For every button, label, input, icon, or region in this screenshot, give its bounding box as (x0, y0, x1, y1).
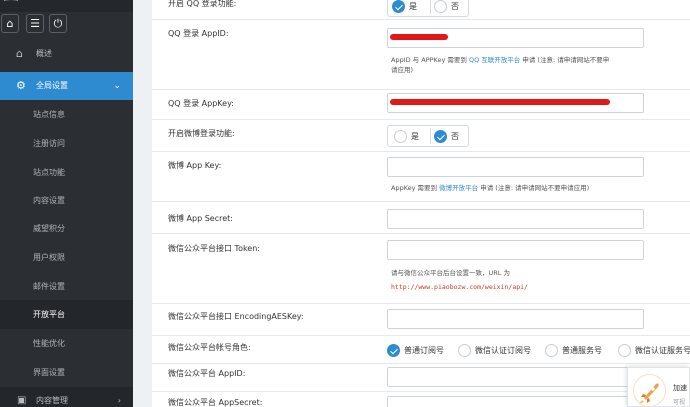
sidebar-subitem-open-platform[interactable]: 开放平台 (0, 300, 133, 329)
form-label: 微信公众平台帐号角色: (168, 343, 251, 352)
divider (430, 0, 431, 14)
help-text: AppKey 需要到 微博开放平台 申请 (注意: 请申请网站不要申请应用) (391, 184, 590, 192)
weibo-appkey-input[interactable] (387, 157, 644, 177)
divider (430, 128, 431, 144)
redaction-mark (390, 99, 610, 105)
redaction-mark (390, 34, 448, 40)
qq-appid-input[interactable] (387, 28, 644, 48)
radio-circle-icon (434, 0, 447, 13)
home-icon[interactable]: ⌂ (1, 14, 19, 33)
widget-title: 加速 (673, 384, 687, 392)
weibo-open-link[interactable]: 微博开放平台 (439, 184, 478, 192)
chevron-right-icon: › (117, 396, 121, 405)
qq-enable-radio-group: 是 否 (387, 0, 469, 17)
sidebar-subitem-points[interactable]: 威望积分 (0, 214, 133, 243)
sidebar-subitem-register[interactable]: 注册访问 (0, 129, 133, 158)
widget-subtitle: 可视 (673, 399, 686, 406)
form-label: 微信公众平台接口 Token: (168, 244, 260, 253)
radio-service[interactable]: 普通服务号 (545, 343, 602, 357)
form-row-wechat-token: 微信公众平台接口 Token: 请与微信公众平台后台设置一致，URL 为 htt… (152, 234, 690, 304)
wechat-api-url: http://www.piaobozw.com/weixin/api/ (391, 283, 528, 291)
logo (0, 0, 133, 12)
power-icon[interactable]: ⏻ (49, 14, 67, 33)
form-row-weibo-secret: 微博 App Secret: (152, 202, 690, 234)
sidebar-subitem-permissions[interactable]: 用户权限 (0, 243, 133, 272)
gear-icon: ⚙ (16, 79, 26, 92)
form-label: QQ 登录 AppKey: (168, 99, 234, 108)
form-row-wechat-appsecret: 微信公众平台 AppSecret: (152, 392, 690, 407)
form-row-qq-enable: 开启 QQ 登录功能: 是 否 (152, 0, 690, 20)
radio-label: 是 (409, 1, 417, 11)
radio-no[interactable]: 否 (434, 0, 459, 13)
radio-no[interactable]: 否 (434, 129, 459, 143)
form-row-wechat-role: 微信公众平台帐号角色: 普通订阅号 微信认证订阅号 普通服务号 微信认证服务号 (152, 336, 690, 364)
sidebar-icon-bar: ⌂ ☰ ⏻ (0, 12, 133, 36)
help-text: AppID 与 APPKey 需要到 QQ 互联开放平台 申请 (注意: 请申请… (391, 56, 610, 74)
rocket-icon (633, 374, 666, 407)
sidebar-subitem-performance[interactable]: 性能优化 (0, 329, 133, 358)
form-label: 开启 QQ 登录功能: (168, 0, 237, 8)
form-label: 开启微博登录功能: (168, 129, 235, 138)
form-label: 微信公众平台 AppSecret: (168, 398, 263, 407)
sidebar-item-overview[interactable]: ⌂ 概述 (0, 40, 133, 68)
check-icon (392, 0, 405, 13)
sidebar-item-content-management[interactable]: ▣ 内容管理 › (0, 387, 133, 407)
wechat-appid-input[interactable] (387, 367, 644, 387)
form-label: 微博 App Key: (168, 161, 222, 170)
radio-circle-icon (618, 343, 631, 357)
radio-label: 普通订阅号 (404, 345, 444, 355)
logo-mark-icon (4, 0, 18, 4)
sidebar-subitem-mail[interactable]: 邮件设置 (0, 272, 133, 301)
book-icon: ▣ (17, 395, 27, 406)
wechat-aes-input[interactable] (387, 309, 644, 329)
home-outline-icon: ⌂ (16, 47, 23, 60)
form-row-weibo-appkey: 微博 App Key: AppKey 需要到 微博开放平台 申请 (注意: 请申… (152, 152, 690, 202)
weibo-enable-radio-group: 是 否 (387, 125, 469, 147)
form-label: 微信公众平台接口 EncodingAESKey: (168, 312, 304, 321)
radio-verified-service[interactable]: 微信认证服务号 (618, 343, 690, 357)
form-row-qq-appid: QQ 登录 AppID: AppID 与 APPKey 需要到 QQ 互联开放平… (152, 20, 690, 90)
sidebar-item-global-settings[interactable]: ⚙ 全局设置 ⌄ (0, 72, 133, 100)
qq-appkey-input[interactable] (387, 93, 644, 113)
radio-circle-icon (394, 129, 407, 143)
radio-yes[interactable]: 是 (394, 129, 419, 143)
radio-verified-subscription[interactable]: 微信认证订阅号 (458, 343, 531, 357)
check-icon (387, 343, 400, 357)
sidebar-item-label: 全局设置 (36, 81, 68, 90)
check-icon (434, 129, 447, 143)
radio-circle-icon (545, 343, 558, 357)
radio-label: 普通服务号 (562, 345, 602, 355)
qq-connect-link[interactable]: QQ 互联开放平台 (469, 56, 520, 64)
accelerate-widget[interactable]: 加速 可视 (627, 367, 690, 407)
form-label: QQ 登录 AppID: (168, 29, 229, 38)
list-icon[interactable]: ☰ (26, 14, 44, 33)
form-row-wechat-appid: 微信公众平台 AppID: (152, 364, 690, 392)
sidebar-subitem-site-features[interactable]: 站点功能 (0, 158, 133, 187)
wechat-token-input[interactable] (387, 240, 644, 260)
radio-label: 是 (411, 131, 419, 141)
sidebar-subitem-content-settings[interactable]: 内容设置 (0, 186, 133, 215)
sidebar: ⌂ ☰ ⏻ ⌂ 概述 ⚙ 全局设置 ⌄ 站点信息 注册访问 站点功能 内容设置 … (0, 0, 133, 407)
settings-form: 开启 QQ 登录功能: 是 否 QQ 登录 AppID: AppID 与 APP… (152, 0, 690, 407)
wechat-appsecret-input[interactable] (387, 396, 644, 407)
radio-label: 微信认证服务号 (635, 345, 690, 355)
sidebar-item-label: 内容管理 (36, 396, 68, 405)
form-row-weibo-enable: 开启微博登录功能: 是 否 (152, 120, 690, 152)
form-row-wechat-aes: 微信公众平台接口 EncodingAESKey: (152, 304, 690, 336)
chevron-down-icon: ⌄ (113, 81, 121, 91)
weibo-secret-input[interactable] (387, 209, 644, 229)
radio-label: 微信认证订阅号 (475, 345, 531, 355)
help-text: 请与微信公众平台后台设置一致，URL 为 (391, 269, 510, 277)
radio-subscription[interactable]: 普通订阅号 (387, 343, 444, 357)
sidebar-subitem-interface[interactable]: 界面设置 (0, 358, 133, 387)
radio-label: 否 (451, 131, 459, 141)
radio-circle-icon (458, 343, 471, 357)
form-label: 微信公众平台 AppID: (168, 369, 246, 378)
sidebar-item-label: 概述 (36, 49, 52, 58)
radio-yes[interactable]: 是 (392, 0, 417, 13)
form-label: 微博 App Secret: (168, 214, 233, 223)
form-row-qq-appkey: QQ 登录 AppKey: (152, 90, 690, 120)
radio-label: 否 (451, 1, 459, 11)
sidebar-subitem-site-info[interactable]: 站点信息 (0, 100, 133, 129)
